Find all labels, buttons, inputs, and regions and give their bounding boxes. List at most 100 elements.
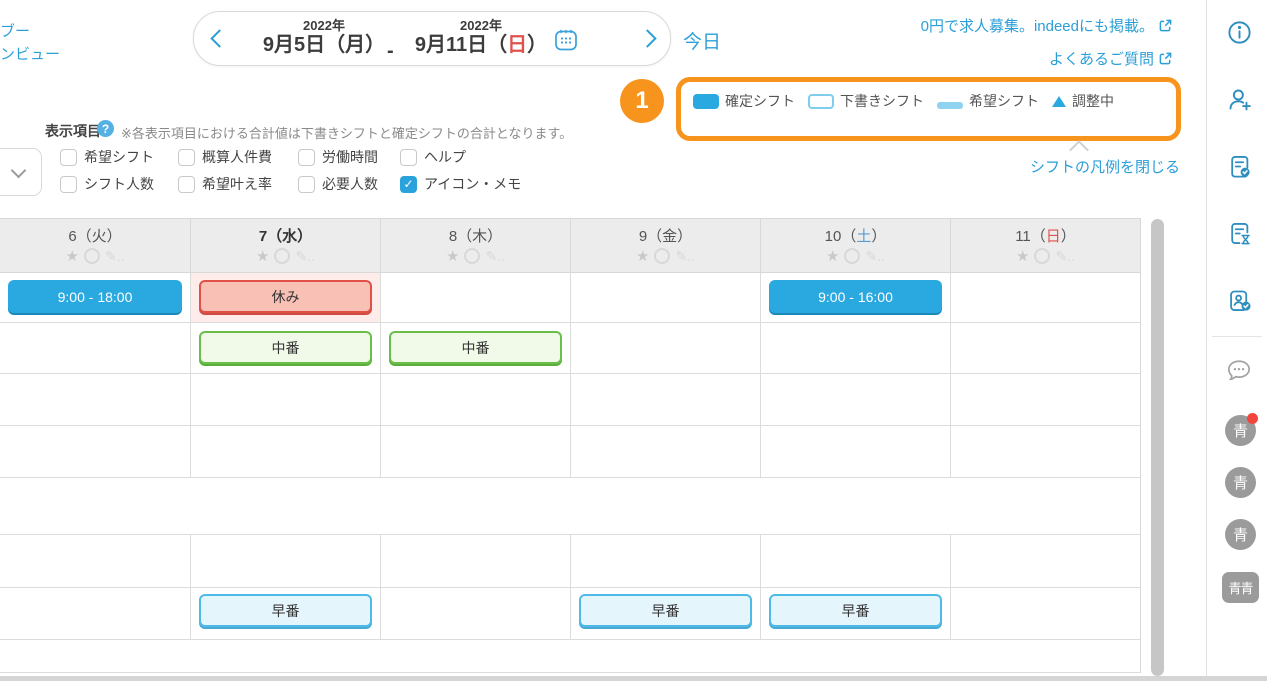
shift-pill-mid[interactable]: 中番: [199, 331, 372, 364]
shift-cell[interactable]: [0, 323, 190, 373]
checkbox-概算人件費[interactable]: 概算人件費: [178, 148, 298, 166]
checkbox-希望叶え率[interactable]: 希望叶え率: [178, 175, 298, 193]
shift-cell[interactable]: [760, 426, 950, 477]
star-icon[interactable]: ★: [636, 249, 649, 264]
pencil-icon[interactable]: ✎..: [675, 249, 695, 263]
day-header-10[interactable]: 10（土）★✎..: [760, 219, 950, 272]
pencil-icon[interactable]: ✎..: [485, 249, 505, 263]
star-icon[interactable]: ★: [66, 249, 79, 264]
view-link-1[interactable]: ブー: [0, 20, 60, 43]
day-header-11[interactable]: 11（日）★✎..: [950, 219, 1140, 272]
shift-cell[interactable]: 9:00 - 16:00: [760, 273, 950, 322]
pencil-icon[interactable]: ✎..: [865, 249, 885, 263]
checkbox-シフト人数[interactable]: シフト人数: [60, 175, 178, 193]
checkbox-checked-icon[interactable]: [400, 176, 417, 193]
checkbox-ヘルプ[interactable]: ヘルプ: [400, 148, 570, 166]
star-icon[interactable]: ★: [446, 249, 459, 264]
shift-cell[interactable]: [380, 588, 570, 639]
shift-cell[interactable]: [570, 323, 760, 373]
shift-cell[interactable]: 中番: [190, 323, 380, 373]
star-icon[interactable]: ★: [256, 249, 269, 264]
checkbox-icon[interactable]: [60, 149, 77, 166]
shift-cell[interactable]: [760, 374, 950, 425]
star-icon[interactable]: ★: [826, 249, 839, 264]
add-staff-button[interactable]: [1219, 79, 1259, 119]
shift-cell[interactable]: 中番: [380, 323, 570, 373]
faq-link[interactable]: よくあるご質問: [1049, 48, 1172, 69]
today-button[interactable]: 今日: [683, 27, 721, 54]
chat-button[interactable]: [1219, 350, 1259, 390]
shift-cell[interactable]: [950, 535, 1140, 587]
shift-pill-mid[interactable]: 中番: [389, 331, 562, 364]
shift-pill-rest[interactable]: 休み: [199, 280, 372, 313]
shift-cell[interactable]: [380, 535, 570, 587]
help-icon[interactable]: ?: [97, 120, 114, 137]
circle-icon[interactable]: [844, 248, 860, 264]
day-header-7[interactable]: 7（水）★✎..: [190, 219, 380, 272]
pending-shifts-button[interactable]: [1219, 213, 1259, 253]
pencil-icon[interactable]: ✎..: [105, 249, 125, 263]
shift-cell[interactable]: [190, 426, 380, 477]
day-header-6[interactable]: 6（火）★✎..: [0, 219, 190, 272]
shift-cell[interactable]: [0, 374, 190, 425]
checkbox-必要人数[interactable]: 必要人数: [298, 175, 400, 193]
shift-pill-confirmed[interactable]: 9:00 - 18:00: [8, 280, 182, 313]
checkbox-icon[interactable]: [178, 176, 195, 193]
shift-cell[interactable]: [570, 374, 760, 425]
pencil-icon[interactable]: ✎..: [1055, 249, 1075, 263]
shift-cell[interactable]: 早番: [760, 588, 950, 639]
prev-week-button[interactable]: [208, 29, 230, 51]
shift-cell[interactable]: [190, 374, 380, 425]
shift-cell[interactable]: [950, 273, 1140, 322]
day-header-9[interactable]: 9（金）★✎..: [570, 219, 760, 272]
recruit-link[interactable]: 0円で求人募集。indeedにも掲載。: [921, 15, 1172, 36]
circle-icon[interactable]: [464, 248, 480, 264]
shift-cell[interactable]: [760, 323, 950, 373]
avatar[interactable]: 青青: [1222, 572, 1259, 603]
checkbox-icon[interactable]: [400, 149, 417, 166]
shift-cell[interactable]: 9:00 - 18:00: [0, 273, 190, 322]
collapse-row-button[interactable]: [0, 148, 42, 196]
avatar[interactable]: 青: [1225, 415, 1256, 446]
shift-cell[interactable]: 早番: [570, 588, 760, 639]
shift-pill-early[interactable]: 早番: [199, 594, 372, 627]
checkbox-希望シフト[interactable]: 希望シフト: [60, 148, 178, 166]
shift-cell[interactable]: [570, 426, 760, 477]
shift-cell[interactable]: [950, 588, 1140, 639]
shift-cell[interactable]: 休み: [190, 273, 380, 322]
pencil-icon[interactable]: ✎..: [295, 249, 315, 263]
shift-cell[interactable]: [760, 535, 950, 587]
shift-cell[interactable]: [0, 588, 190, 639]
checkbox-icon[interactable]: [298, 149, 315, 166]
avatar[interactable]: 青: [1225, 519, 1256, 550]
shift-cell[interactable]: [380, 374, 570, 425]
shift-cell[interactable]: 早番: [190, 588, 380, 639]
shift-pill-early[interactable]: 早番: [769, 594, 942, 627]
shift-cell[interactable]: [950, 426, 1140, 477]
vertical-scrollbar[interactable]: [1151, 219, 1164, 676]
close-legend-link[interactable]: シフトの凡例を閉じる: [900, 156, 1180, 177]
shift-cell[interactable]: [570, 535, 760, 587]
staff-status-button[interactable]: [1219, 280, 1259, 320]
circle-icon[interactable]: [654, 248, 670, 264]
circle-icon[interactable]: [1034, 248, 1050, 264]
shift-pill-early[interactable]: 早番: [579, 594, 752, 627]
checkbox-icon[interactable]: [298, 176, 315, 193]
checkbox-icon[interactable]: [178, 149, 195, 166]
shift-cell[interactable]: [950, 374, 1140, 425]
checkbox-労働時間[interactable]: 労働時間: [298, 148, 400, 166]
checkbox-icon[interactable]: [60, 176, 77, 193]
avatar[interactable]: 青: [1225, 467, 1256, 498]
circle-icon[interactable]: [84, 248, 100, 264]
shift-cell[interactable]: [570, 273, 760, 322]
calendar-picker-button[interactable]: [553, 27, 579, 53]
view-link-2[interactable]: ンビュー: [0, 43, 60, 66]
shift-cell[interactable]: [0, 535, 190, 587]
shift-pill-confirmed[interactable]: 9:00 - 16:00: [769, 280, 942, 313]
approved-shifts-button[interactable]: [1219, 146, 1259, 186]
shift-cell[interactable]: [380, 426, 570, 477]
star-icon[interactable]: ★: [1016, 249, 1029, 264]
checkbox-アイコン・メモ[interactable]: アイコン・メモ: [400, 175, 570, 193]
circle-icon[interactable]: [274, 248, 290, 264]
info-button[interactable]: [1219, 12, 1259, 52]
